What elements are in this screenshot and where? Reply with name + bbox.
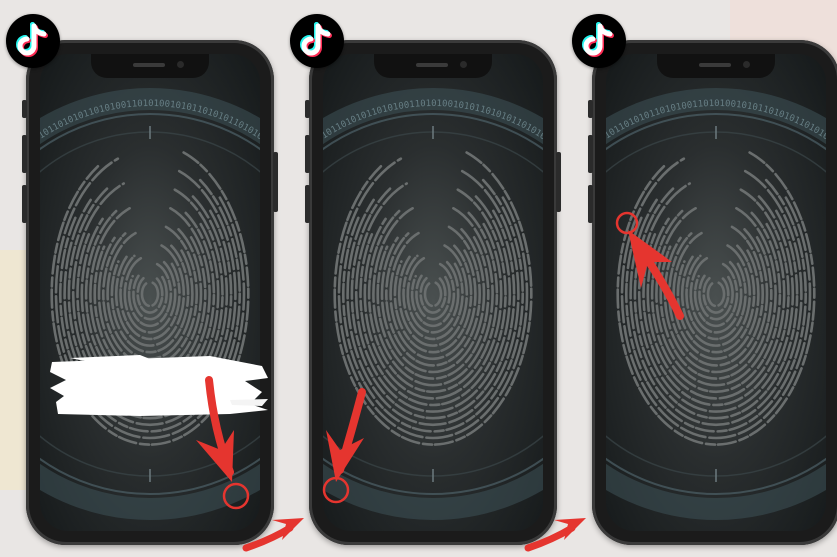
phone-side-button bbox=[22, 100, 27, 118]
fingerprint-scan-graphic: 1010100101011010101101010011010100101011… bbox=[40, 88, 260, 520]
phone-volume-down bbox=[22, 185, 27, 223]
tiktok-logo-icon bbox=[572, 14, 626, 68]
tiktok-logo-icon bbox=[290, 14, 344, 68]
phone-screen[interactable]: 1010100101011010101101010011010100101011… bbox=[323, 54, 543, 531]
phone-power-button bbox=[273, 152, 278, 212]
phone-power-button bbox=[556, 152, 561, 212]
phone-mockup-1: 1010100101011010101101010011010100101011… bbox=[22, 40, 278, 545]
phone-notch bbox=[657, 54, 775, 78]
phone-volume-up bbox=[22, 135, 27, 173]
phone-volume-down bbox=[305, 185, 310, 223]
phone-notch bbox=[374, 54, 492, 78]
phone-mockup-3: 1010100101011010101101010011010100101011… bbox=[588, 40, 837, 545]
tiktok-logo-icon bbox=[6, 14, 60, 68]
phone-notch bbox=[91, 54, 209, 78]
phone-side-button bbox=[588, 100, 593, 118]
phone-mockup-2: 1010100101011010101101010011010100101011… bbox=[305, 40, 561, 545]
phone-screen[interactable]: 1010100101011010101101010011010100101011… bbox=[40, 54, 260, 531]
fingerprint-scan-graphic: 1010100101011010101101010011010100101011… bbox=[323, 88, 543, 520]
fingerprint-scan-graphic: 1010100101011010101101010011010100101011… bbox=[606, 88, 826, 520]
phone-volume-up bbox=[588, 135, 593, 173]
phone-side-button bbox=[305, 100, 310, 118]
phone-volume-up bbox=[305, 135, 310, 173]
phone-screen[interactable]: 1010100101011010101101010011010100101011… bbox=[606, 54, 826, 531]
phone-volume-down bbox=[588, 185, 593, 223]
